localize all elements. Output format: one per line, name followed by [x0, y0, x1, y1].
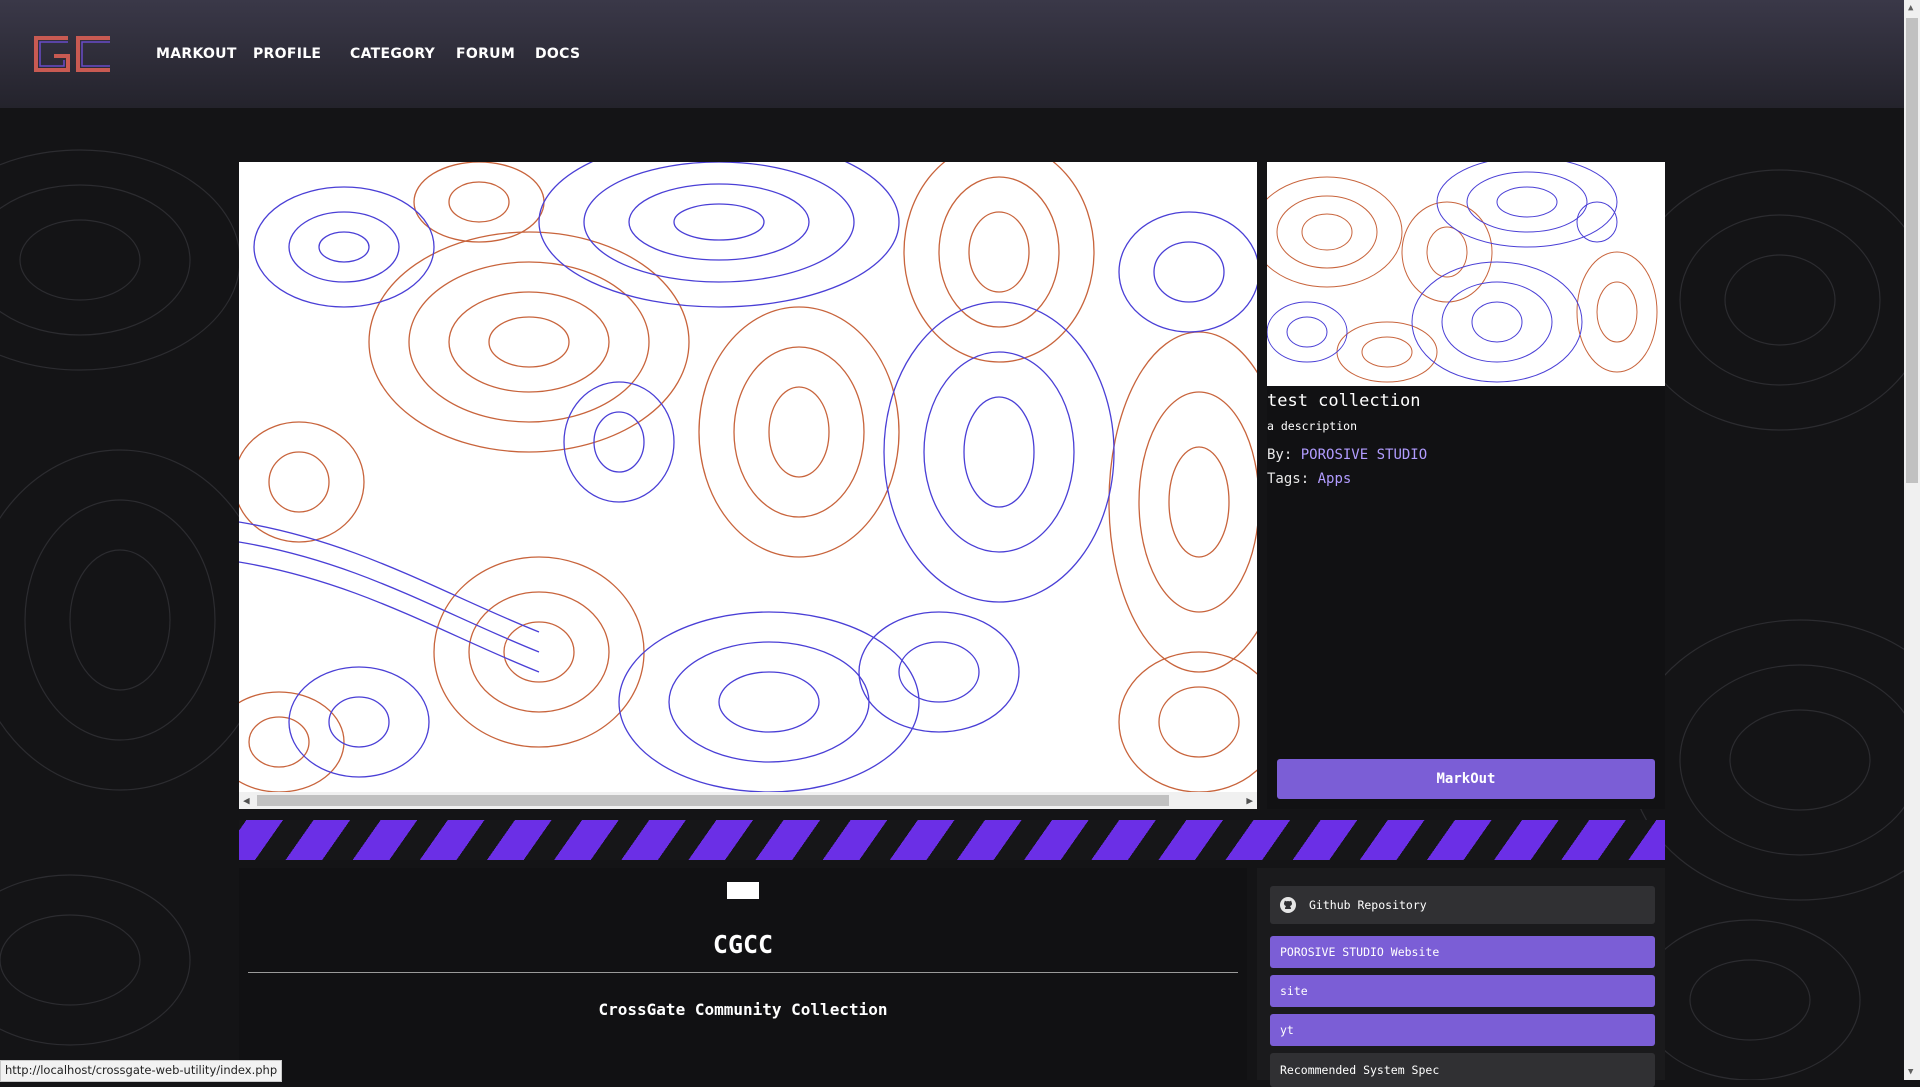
collection-title: test collection	[1267, 391, 1421, 411]
website-link-label: POROSIVE STUDIO Website	[1280, 945, 1440, 959]
nav-profile[interactable]: PROFILE	[253, 46, 321, 62]
nav-category[interactable]: CATEGORY	[350, 46, 435, 62]
nav-markout[interactable]: MARKOUT	[156, 46, 237, 62]
system-spec-label: Recommended System Spec	[1280, 1063, 1440, 1077]
readme-subtitle: CrossGate Community Collection	[598, 1000, 888, 1019]
contour-map-image	[239, 162, 1257, 792]
site-link-label: site	[1280, 984, 1308, 998]
scroll-left-arrow-icon[interactable]: ◀	[243, 794, 250, 807]
porosive-studio-website-button[interactable]: POROSIVE STUDIO Website	[1270, 936, 1655, 968]
yt-button[interactable]: yt	[1270, 1014, 1655, 1046]
collection-description: a description	[1267, 419, 1358, 433]
markout-button[interactable]: MarkOut	[1277, 759, 1655, 799]
scrollbar-thumb[interactable]	[257, 795, 1169, 806]
by-label: By:	[1267, 447, 1293, 463]
recommended-system-spec-button[interactable]: Recommended System Spec	[1270, 1053, 1655, 1087]
collection-thumbnail	[1267, 162, 1665, 386]
preview-horizontal-scrollbar[interactable]: ◀ ▶	[239, 792, 1257, 809]
author-line: By: POROSIVE STUDIO	[1267, 447, 1427, 463]
status-bar-url: http://localhost/crossgate-web-utility/i…	[0, 1060, 283, 1082]
scroll-down-arrow-icon[interactable]: ▼	[1908, 1067, 1913, 1077]
tags-label: Tags:	[1267, 471, 1310, 487]
scroll-right-arrow-icon[interactable]: ▶	[1246, 794, 1253, 807]
side-links-panel: Github Repository POROSIVE STUDIO Websit…	[1257, 868, 1665, 1087]
readme-section: CGCC CrossGate Community Collection	[239, 868, 1247, 1080]
github-repository-label: Github Repository	[1309, 898, 1427, 912]
nav-forum[interactable]: FORUM	[456, 46, 515, 62]
readme-badge-image	[727, 882, 759, 899]
readme-heading: CGCC	[712, 930, 774, 959]
collection-preview-image	[239, 162, 1257, 792]
tags-line: Tags: Apps	[1267, 471, 1351, 487]
collection-info-panel: test collection a description By: POROSI…	[1267, 162, 1665, 809]
github-repository-button[interactable]: Github Repository	[1270, 886, 1655, 924]
tag-link[interactable]: Apps	[1318, 471, 1352, 487]
main-content: ◀ ▶ test collection a description By: PO…	[0, 0, 1904, 1087]
site-button[interactable]: site	[1270, 975, 1655, 1007]
page-vertical-scrollbar[interactable]: ▲ ▼	[1904, 0, 1920, 1080]
nav-docs[interactable]: DOCS	[535, 46, 580, 62]
page-scrollbar-thumb[interactable]	[1906, 18, 1918, 483]
author-link[interactable]: POROSIVE STUDIO	[1301, 447, 1427, 463]
decorative-stripe-band	[239, 820, 1665, 860]
yt-link-label: yt	[1280, 1023, 1294, 1037]
site-logo[interactable]	[32, 34, 114, 74]
github-icon	[1280, 897, 1296, 913]
top-navbar: MARKOUT PROFILE CATEGORY FORUM DOCS	[0, 0, 1904, 108]
scroll-up-arrow-icon[interactable]: ▲	[1908, 3, 1913, 13]
readme-divider	[248, 972, 1238, 973]
